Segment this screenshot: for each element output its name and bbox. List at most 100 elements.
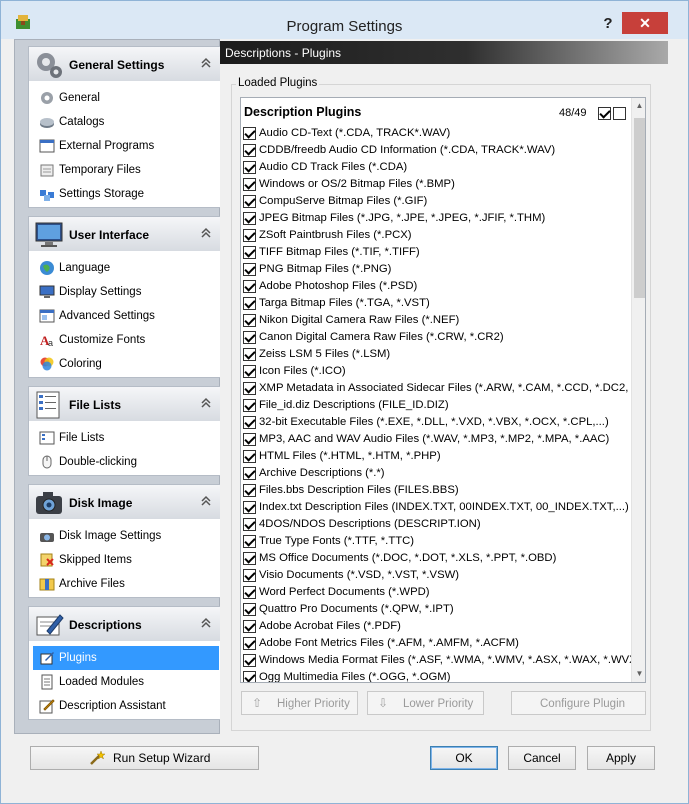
plugin-checkbox[interactable] [243,484,256,497]
sidebar-item-display-settings[interactable]: Display Settings [33,280,219,304]
collapse-chevron-icon[interactable] [199,56,213,70]
sidebar-item-file-lists[interactable]: File Lists [33,426,219,450]
scrollbar-thumb[interactable] [634,118,645,298]
plugin-checkbox[interactable] [243,671,256,682]
group-header-descriptions[interactable]: Descriptions [29,606,223,641]
plugin-row[interactable]: 32-bit Executable Files (*.EXE, *.DLL, *… [241,414,631,431]
plugin-row[interactable]: Canon Digital Camera Raw Files (*.CRW, *… [241,329,631,346]
plugin-checkbox[interactable] [243,467,256,480]
cancel-button[interactable]: Cancel [508,746,576,770]
plugin-row[interactable]: Ogg Multimedia Files (*.OGG, *.OGM) [241,669,631,682]
lower-priority-button[interactable]: ⇩ Lower Priority [367,691,484,715]
plugin-checkbox[interactable] [243,450,256,463]
plugin-row[interactable]: Audio CD-Text (*.CDA, TRACK*.WAV) [241,125,631,142]
plugin-row[interactable]: HTML Files (*.HTML, *.HTM, *.PHP) [241,448,631,465]
plugin-row[interactable]: Index.txt Description Files (INDEX.TXT, … [241,499,631,516]
plugin-row[interactable]: Windows Media Format Files (*.ASF, *.WMA… [241,652,631,669]
plugin-row[interactable]: Visio Documents (*.VSD, *.VST, *.VSW) [241,567,631,584]
configure-plugin-button[interactable]: Configure Plugin [511,691,646,715]
plugin-checkbox[interactable] [243,212,256,225]
plugin-checkbox[interactable] [243,331,256,344]
plugin-checkbox[interactable] [243,603,256,616]
plugin-row[interactable]: File_id.diz Descriptions (FILE_ID.DIZ) [241,397,631,414]
sidebar-item-external-programs[interactable]: External Programs [33,134,219,158]
sidebar-item-double-clicking[interactable]: Double-clicking [33,450,219,474]
collapse-chevron-icon[interactable] [199,616,213,630]
plugin-row[interactable]: Icon Files (*.ICO) [241,363,631,380]
plugin-checkbox[interactable] [243,263,256,276]
collapse-chevron-icon[interactable] [199,226,213,240]
sidebar-item-coloring[interactable]: Coloring [33,352,219,376]
plugin-checkbox[interactable] [243,348,256,361]
group-header-file-lists[interactable]: File Lists [29,386,223,421]
plugin-row[interactable]: Targa Bitmap Files (*.TGA, *.VST) [241,295,631,312]
plugin-checkbox[interactable] [243,433,256,446]
collapse-chevron-icon[interactable] [199,494,213,508]
uncheck-all-checkbox[interactable] [613,107,626,120]
description-plugins-list[interactable]: Description Plugins 48/49 Audio CD-Text … [240,97,646,683]
plugin-checkbox[interactable] [243,569,256,582]
plugin-checkbox[interactable] [243,382,256,395]
higher-priority-button[interactable]: ⇧ Higher Priority [241,691,358,715]
plugin-checkbox[interactable] [243,161,256,174]
sidebar-item-plugins[interactable]: Plugins [33,646,219,670]
plugin-checkbox[interactable] [243,637,256,650]
plugin-checkbox[interactable] [243,654,256,667]
plugin-checkbox[interactable] [243,127,256,140]
plugin-checkbox[interactable] [243,246,256,259]
plugin-row[interactable]: Adobe Acrobat Files (*.PDF) [241,618,631,635]
plugin-checkbox[interactable] [243,144,256,157]
plugin-checkbox[interactable] [243,365,256,378]
plugin-checkbox[interactable] [243,297,256,310]
title-bar[interactable]: Program Settings ? ✕ [1,1,688,39]
sidebar-item-loaded-modules[interactable]: Loaded Modules [33,670,219,694]
vertical-scrollbar[interactable]: ▲ ▼ [631,98,645,682]
sidebar-item-archive-files[interactable]: Archive Files [33,572,219,596]
plugin-checkbox[interactable] [243,280,256,293]
plugin-row[interactable]: Files.bbs Description Files (FILES.BBS) [241,482,631,499]
sidebar-item-temporary-files[interactable]: Temporary Files [33,158,219,182]
plugin-checkbox[interactable] [243,314,256,327]
plugin-row[interactable]: TIFF Bitmap Files (*.TIF, *.TIFF) [241,244,631,261]
check-all-checkbox[interactable] [598,107,611,120]
sidebar-item-general[interactable]: General [33,86,219,110]
plugin-checkbox[interactable] [243,586,256,599]
ok-button[interactable]: OK [430,746,498,770]
plugin-row[interactable]: CDDB/freedb Audio CD Information (*.CDA,… [241,142,631,159]
plugin-row[interactable]: MP3, AAC and WAV Audio Files (*.WAV, *.M… [241,431,631,448]
sidebar-item-skipped-items[interactable]: Skipped Items [33,548,219,572]
sidebar-item-customize-fonts[interactable]: Aa Customize Fonts [33,328,219,352]
plugin-checkbox[interactable] [243,195,256,208]
group-header-disk-image[interactable]: Disk Image [29,484,223,519]
scroll-down-icon[interactable]: ▼ [632,666,645,682]
sidebar-item-advanced-settings[interactable]: Advanced Settings [33,304,219,328]
apply-button[interactable]: Apply [587,746,655,770]
collapse-chevron-icon[interactable] [199,396,213,410]
plugin-row[interactable]: MS Office Documents (*.DOC, *.DOT, *.XLS… [241,550,631,567]
sidebar-item-settings-storage[interactable]: Settings Storage [33,182,219,206]
plugin-checkbox[interactable] [243,620,256,633]
help-button[interactable]: ? [598,15,618,35]
plugin-checkbox[interactable] [243,552,256,565]
group-header-user-interface[interactable]: User Interface [29,216,223,251]
plugin-row[interactable]: Zeiss LSM 5 Files (*.LSM) [241,346,631,363]
sidebar-item-catalogs[interactable]: Catalogs [33,110,219,134]
plugin-checkbox[interactable] [243,535,256,548]
plugin-row[interactable]: Adobe Photoshop Files (*.PSD) [241,278,631,295]
plugin-row[interactable]: Audio CD Track Files (*.CDA) [241,159,631,176]
plugin-row[interactable]: Quattro Pro Documents (*.QPW, *.IPT) [241,601,631,618]
plugin-row[interactable]: Archive Descriptions (*.*) [241,465,631,482]
plugin-row[interactable]: CompuServe Bitmap Files (*.GIF) [241,193,631,210]
plugin-row[interactable]: JPEG Bitmap Files (*.JPG, *.JPE, *.JPEG,… [241,210,631,227]
plugin-checkbox[interactable] [243,416,256,429]
sidebar-item-disk-image-settings[interactable]: Disk Image Settings [33,524,219,548]
plugin-checkbox[interactable] [243,501,256,514]
plugin-row[interactable]: Nikon Digital Camera Raw Files (*.NEF) [241,312,631,329]
scroll-up-icon[interactable]: ▲ [632,98,645,114]
close-button[interactable]: ✕ [622,12,668,34]
plugin-row[interactable]: Adobe Font Metrics Files (*.AFM, *.AMFM,… [241,635,631,652]
group-header-general-settings[interactable]: General Settings [29,46,223,81]
plugin-row[interactable]: True Type Fonts (*.TTF, *.TTC) [241,533,631,550]
plugin-row[interactable]: ZSoft Paintbrush Files (*.PCX) [241,227,631,244]
plugin-checkbox[interactable] [243,229,256,242]
